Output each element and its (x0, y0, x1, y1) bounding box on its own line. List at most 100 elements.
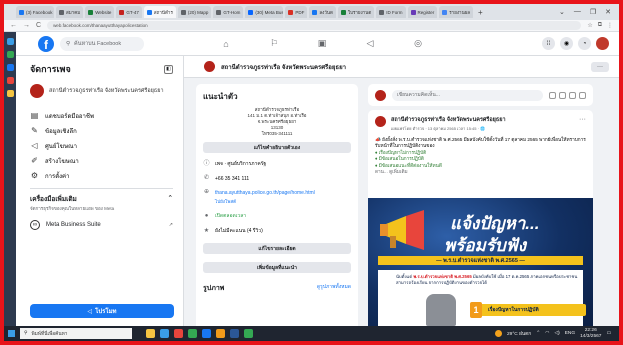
home-icon[interactable]: ⌂ (202, 32, 250, 56)
taskbar-app-icon[interactable] (216, 329, 225, 338)
wifi-icon[interactable]: ◠ (545, 331, 549, 336)
maximize-icon[interactable]: ❐ (590, 8, 596, 16)
windows-logo-icon (7, 330, 15, 337)
messenger-icon[interactable]: ◉ (560, 37, 573, 50)
tab-label: PDF (295, 9, 305, 15)
taskbar-app-icon[interactable] (188, 329, 197, 338)
edit-bio-button[interactable]: แก้ไขคำอธิบายตัวเอง (203, 142, 351, 153)
bell-icon[interactable]: ◎ (394, 32, 442, 56)
browser-tab[interactable]: (20) Mapp (177, 6, 212, 18)
new-tab-button[interactable]: + (478, 8, 483, 17)
page-identity[interactable]: สถานีตำรวจภูธรท่าเรือ จังหวัดพระนครศรีอย… (30, 84, 173, 98)
address-bar-icons: ☆ ⧉ ⋮ (587, 22, 613, 29)
promote-button[interactable]: ◁ โปรโมท (30, 304, 174, 318)
dock-app-icon[interactable] (6, 64, 14, 71)
tab-favicon-icon (312, 9, 318, 15)
browser-tab[interactable]: PDF (285, 6, 308, 18)
browser-tab[interactable]: (3) Facebook (16, 6, 54, 18)
video-icon[interactable]: ▣ (298, 32, 346, 56)
browser-tab[interactable]: (30) Meta Bus (245, 6, 284, 18)
notifications-icon[interactable]: ◔ (578, 37, 591, 50)
back-icon[interactable]: ← (10, 22, 17, 29)
minimize-icon[interactable]: — (574, 8, 581, 16)
taskbar-apps (146, 329, 253, 338)
composer-input[interactable]: เขียนความคิดเห็น... (392, 89, 543, 101)
url-field[interactable]: web.facebook.com/thanaayutthayapolicesta… (47, 21, 582, 30)
go-to-posts-link[interactable]: ไปยังโพสต์ (215, 198, 351, 205)
post-image[interactable]: แจ้งปัญหา... พร้อมรับฟัง — พ.ร.บ.ตำรวจแห… (368, 198, 593, 326)
sticker-icon[interactable] (579, 91, 586, 99)
browser-tab[interactable]: สถานีตำร (143, 6, 176, 18)
extensions-icon[interactable]: ⧉ (598, 22, 602, 29)
see-all-photos-link[interactable]: ดูรูปภาพทั้งหมด (317, 283, 351, 294)
browser-tab[interactable]: รายงานผล (439, 6, 474, 18)
emoji-icon[interactable] (569, 91, 576, 99)
dock-app-icon[interactable] (6, 38, 14, 45)
taskbar-app-icon[interactable] (160, 329, 169, 338)
see-more-link[interactable]: ดาน... ดูเพิ่มเติม (375, 169, 586, 175)
browser-menu-icon[interactable]: ⋮ (607, 22, 613, 29)
sidebar-toggle-icon[interactable]: ◧ (164, 64, 173, 74)
sidebar-item-professional-dashboard[interactable]: ▤ แดชบอร์ดมืออาชีพ (30, 108, 173, 123)
intro-row[interactable]: ⊕ thana.ayutthaya.police.go.th/page/home.… (203, 189, 351, 196)
facebook-search-input[interactable]: ⚲ ค้นหาบน Facebook (60, 36, 144, 51)
taskbar-app-icon[interactable] (174, 329, 183, 338)
dock-app-icon[interactable] (6, 77, 14, 84)
clock[interactable]: 22:26 14/3/2567 (580, 328, 601, 339)
sidebar-item-create-ads[interactable]: ✐ สร้างโฆษณา (30, 153, 173, 168)
dock-app-icon[interactable] (6, 90, 14, 97)
add-featured-button[interactable]: เพิ่มข้อมูลที่แนะนำ (203, 262, 351, 273)
taskbar-app-icon[interactable] (202, 329, 211, 338)
intro-address: สถานีตำรวจภูธรท่าเรือ 141 ม.1 ต.ท่าเจ้าสน… (203, 107, 351, 137)
facebook-logo-icon[interactable]: f (38, 35, 54, 52)
taskbar-app-icon[interactable] (230, 329, 239, 338)
dock-app-icon[interactable] (6, 51, 14, 58)
sidebar-item-ad-center[interactable]: ◁ ศูนย์โฆษณา (30, 138, 173, 153)
tray-chevron-icon[interactable]: ⌃ (536, 331, 540, 336)
notification-center-icon[interactable]: ▭ (606, 331, 611, 336)
sidebar-item-insights[interactable]: ✎ ข้อมูลเชิงลึก (30, 123, 173, 138)
intro-row-text: +66 35 341 111 (215, 175, 250, 182)
language-indicator[interactable]: ENG (565, 331, 575, 336)
browser-tab[interactable]: ลงวันด (309, 6, 336, 18)
browser-tab[interactable]: สมาคม (56, 6, 84, 18)
megaphone-icon[interactable]: ◁ (346, 32, 394, 56)
more-options-button[interactable]: ··· (591, 61, 609, 72)
browser-tab[interactable]: Register (407, 6, 438, 18)
avatar[interactable] (596, 37, 609, 50)
taskbar-app-icon[interactable] (244, 329, 253, 338)
volume-icon[interactable]: ◁) (554, 331, 559, 336)
reload-icon[interactable]: C (36, 22, 41, 29)
meta-business-suite-link[interactable]: ∞ Meta Business Suite ↗ (30, 220, 173, 230)
close-icon[interactable]: ✕ (605, 8, 611, 16)
forward-icon[interactable]: → (23, 22, 30, 29)
weather-text[interactable]: 29°C ฝนตก (507, 330, 531, 338)
create-ads-icon: ✐ (31, 156, 38, 165)
photo-icon[interactable] (549, 91, 556, 99)
menu-grid-icon[interactable]: ⁞⁞ (542, 37, 555, 50)
clock-date: 14/3/2567 (580, 333, 602, 339)
browser-tab[interactable]: Website (85, 6, 115, 18)
intro-row: ✆ +66 35 341 111 (203, 175, 351, 182)
bookmark-star-icon[interactable]: ☆ (587, 22, 592, 29)
browser-tab[interactable]: GT-47 (116, 6, 142, 18)
flag-icon[interactable]: ⚐ (250, 32, 298, 56)
taskbar-search[interactable]: ⚲ พิมพ์ที่นี่เพื่อค้นหา (20, 328, 132, 339)
megaphone-icon (380, 210, 424, 250)
start-button[interactable] (4, 326, 18, 341)
browser-tab[interactable]: ID Form (376, 6, 406, 18)
browser-tab[interactable]: ใบรายงานต (337, 6, 375, 18)
taskbar-app-icon[interactable] (146, 329, 155, 338)
gif-icon[interactable] (559, 91, 566, 99)
post-options-icon[interactable]: ··· (579, 116, 586, 123)
page-content: แนะนำตัว สถานีตำรวจภูธรท่าเรือ 141 ม.1 ต.… (184, 78, 619, 334)
tab-search-icon[interactable]: ⌄ (559, 8, 565, 16)
browser-tab[interactable]: GT-Hom (213, 6, 244, 18)
more-tools-title-row[interactable]: เครื่องมือเพิ่มเติม ⌃ (30, 194, 173, 204)
post-author[interactable]: สถานีตำรวจภูธรท่าเรือ จังหวัดพระนครศรีอย… (391, 116, 506, 124)
photos-header: รูปภาพ ดูรูปภาพทั้งหมด (203, 283, 351, 294)
sidebar-item-settings[interactable]: ⚙ การตั้งค่า (30, 168, 173, 183)
page-header-name[interactable]: สถานีตำรวจภูธรท่าเรือ จังหวัดพระนครศรีอย… (221, 62, 346, 72)
edit-details-button[interactable]: แก้ไขรายละเอียด (203, 243, 351, 254)
sidebar-item-label: สร้างโฆษณา (45, 158, 79, 165)
